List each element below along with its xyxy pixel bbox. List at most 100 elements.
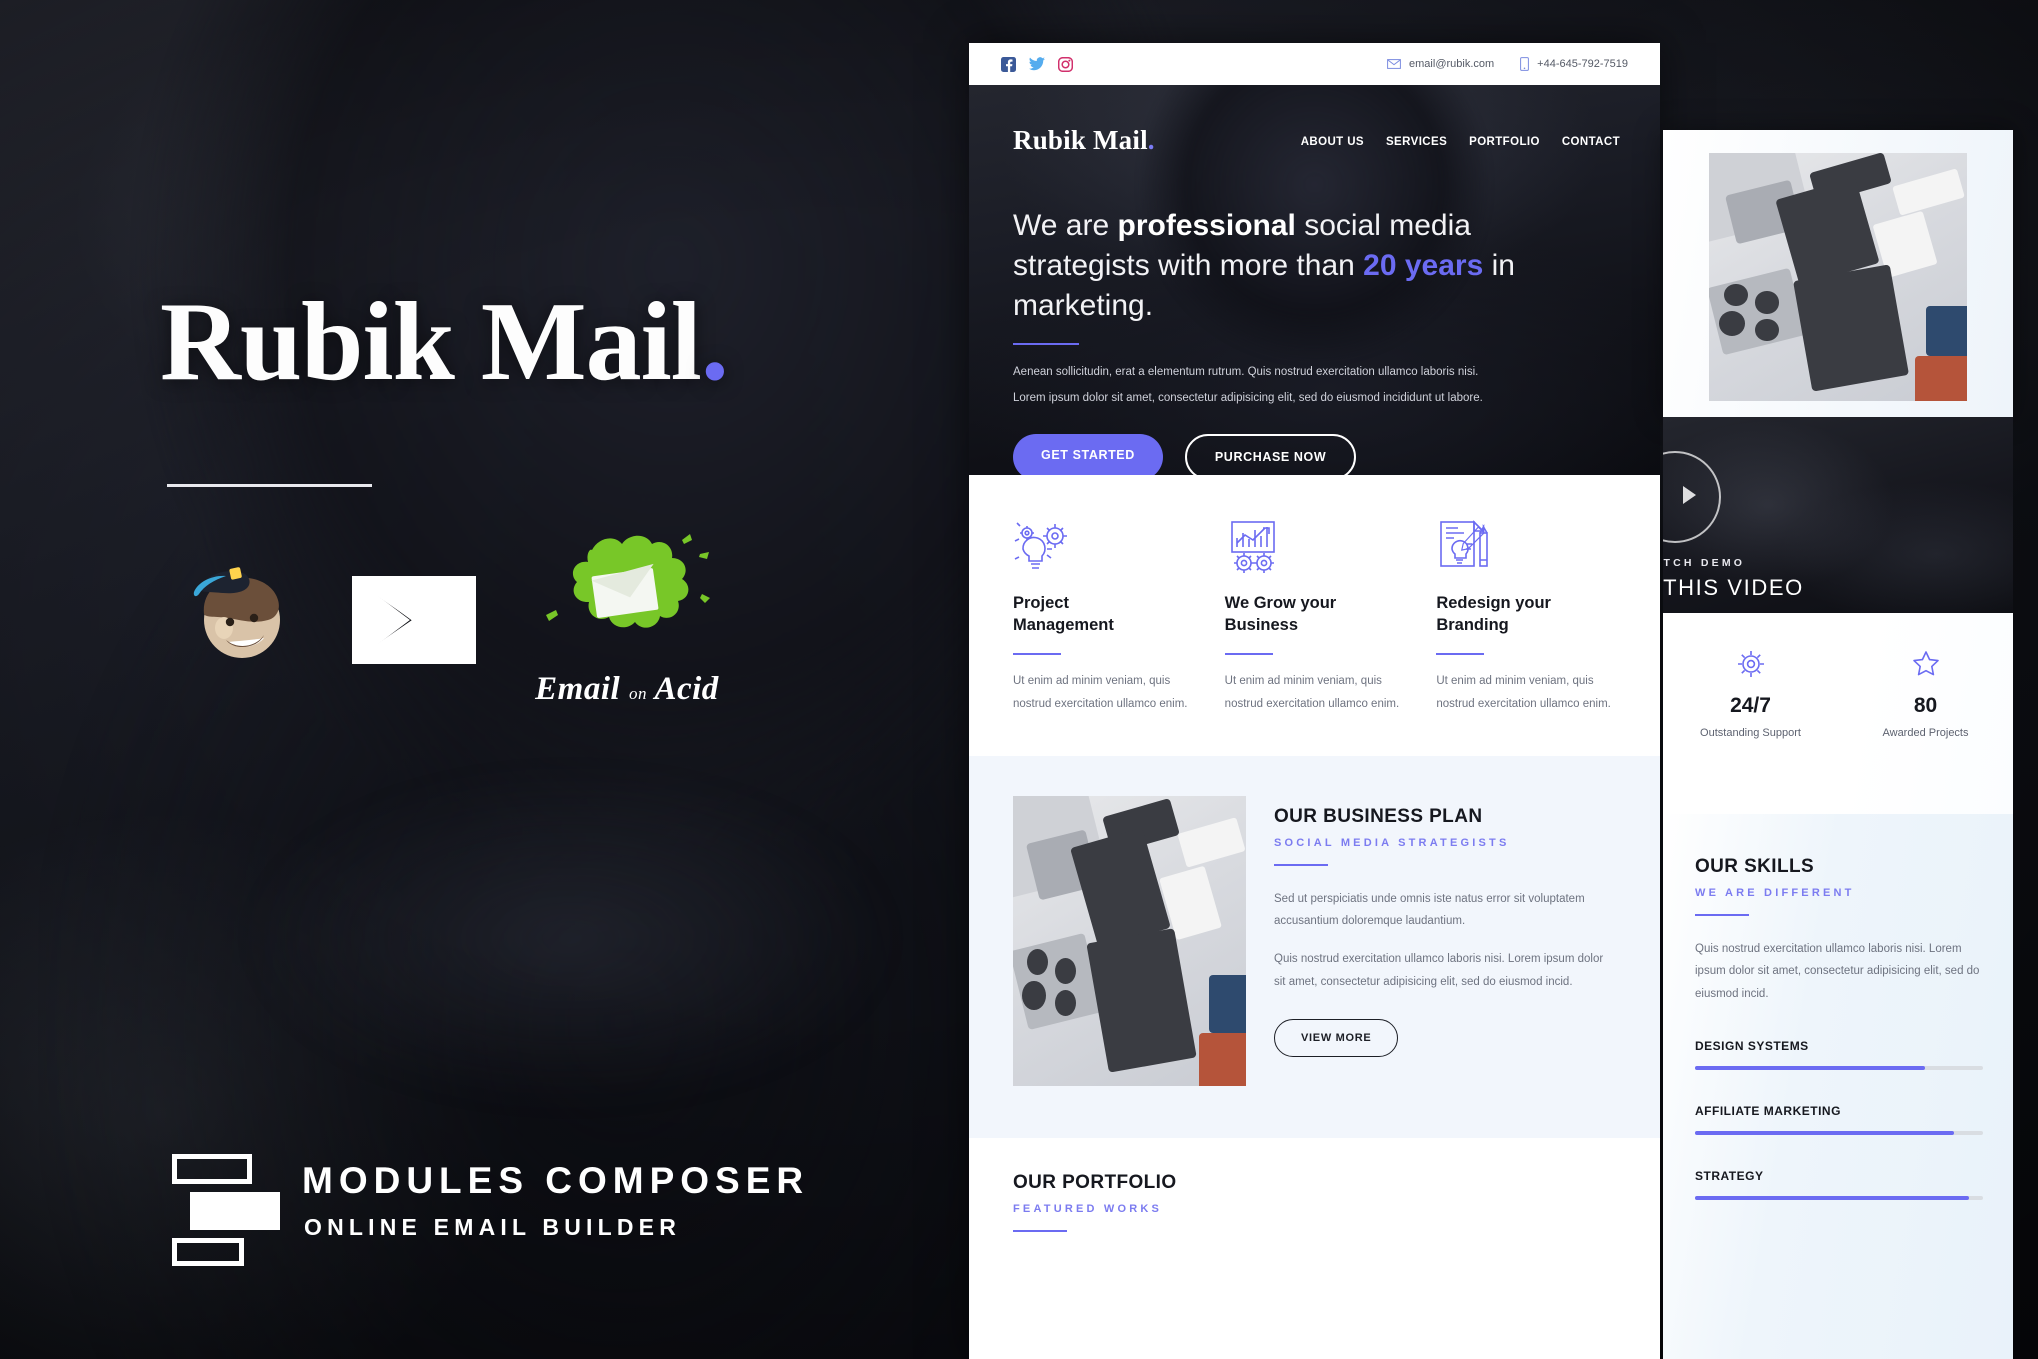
email-template-preview: email@rubik.com +44-645-792-7519 Rubik M… — [969, 43, 1660, 1359]
skill-progress-fill — [1695, 1196, 1969, 1201]
service-divider — [1436, 652, 1485, 655]
product-name: MODULES COMPOSER — [302, 1160, 810, 1201]
service-title-line2: Business — [1224, 615, 1299, 634]
logo-bar-top — [172, 1154, 252, 1184]
bar-chart-gears-icon — [1225, 519, 1405, 575]
headline-part-1: We are — [1013, 209, 1118, 242]
gear-icon — [1737, 651, 1764, 677]
portfolio-divider — [1013, 1229, 1067, 1232]
contact-info: email@rubik.com +44-645-792-7519 — [1387, 57, 1628, 71]
skill-progress-fill — [1695, 1066, 1926, 1071]
desk-devices-photo — [1709, 152, 1967, 401]
social-links — [1001, 56, 1073, 72]
email-contact[interactable]: email@rubik.com — [1387, 58, 1494, 70]
get-started-button[interactable]: GET STARTED — [1013, 433, 1163, 475]
email-nav: ABOUT US SERVICES PORTFOLIO CONTACT — [1301, 136, 1620, 148]
service-card-grow-business: We Grow your Business Ut enim ad minim v… — [1224, 519, 1405, 716]
skill-progress-track — [1695, 1196, 1983, 1201]
service-body: Ut enim ad minim veniam, quis nostrud ex… — [1436, 674, 1611, 710]
ea-word-email: Email — [535, 671, 621, 707]
hero-cta-group: GET STARTED PURCHASE NOW — [1013, 433, 1620, 475]
headline-emphasis: professional — [1117, 209, 1296, 242]
product-tagline: ONLINE EMAIL BUILDER — [304, 1214, 682, 1240]
right-preview-column: WATCH DEMO SEE THIS VIDEO 24/7 Outstandi… — [1663, 130, 2013, 1359]
headline-part-2: social media — [1295, 209, 1471, 242]
view-more-button[interactable]: VIEW MORE — [1274, 1019, 1399, 1058]
phone-number: +44-645-792-7519 — [1537, 58, 1628, 70]
business-plan-paragraph-1: Sed ut perspiciatis unde omnis iste natu… — [1274, 892, 1585, 927]
business-plan-divider — [1274, 863, 1328, 866]
platform-logos: Email on Acid — [160, 534, 722, 720]
skill-affiliate-marketing: AFFILIATE MARKETING — [1695, 1104, 1983, 1136]
stat-value: 80 — [1913, 694, 1938, 717]
service-title-line1: Project — [1013, 594, 1069, 612]
phone-contact[interactable]: +44-645-792-7519 — [1520, 57, 1628, 71]
logo-bar-middle — [190, 1192, 280, 1230]
email-topbar: email@rubik.com +44-645-792-7519 — [969, 43, 1660, 85]
email-on-acid-wordmark: Email on Acid — [532, 671, 722, 708]
email-brand-dot: . — [1147, 125, 1155, 155]
hero-paragraph-2: Lorem ipsum dolor sit amet, consectetur … — [1013, 392, 1483, 405]
stats-panel: 24/7 Outstanding Support 80 Awarded Proj… — [1663, 613, 2013, 814]
ea-word-on: on — [628, 684, 647, 703]
business-plan-image — [1013, 795, 1246, 1086]
play-icon[interactable] — [1663, 451, 1721, 543]
hero-divider — [1013, 342, 1079, 345]
desk-devices-photo — [1013, 795, 1246, 1086]
document-bulb-pencil-icon — [1436, 519, 1616, 575]
portfolio-section: OUR PORTFOLIO FEATURED WORKS — [969, 1137, 1660, 1294]
skills-panel: OUR SKILLS WE ARE DIFFERENT Quis nostrud… — [1663, 814, 2013, 1359]
promo-divider — [167, 484, 372, 487]
email-brand-logo[interactable]: Rubik Mail. — [1013, 125, 1155, 156]
business-plan-subheading: SOCIAL MEDIA STRATEGISTS — [1274, 836, 1510, 849]
service-title: We Grow your Business — [1225, 593, 1405, 637]
ea-word-acid: Acid — [654, 671, 719, 707]
purchase-now-button[interactable]: PURCHASE NOW — [1184, 433, 1357, 475]
nav-item-services[interactable]: SERVICES — [1386, 136, 1447, 148]
mailchimp-logo — [193, 567, 280, 658]
email-brand-text: Rubik Mail — [1013, 125, 1148, 155]
headline-part-3: strategists with more than — [1013, 248, 1364, 282]
promo-title-text: Rubik Mail — [160, 280, 702, 404]
hero-headline: We are professional social media strateg… — [1013, 156, 1543, 326]
facebook-icon[interactable] — [1001, 56, 1016, 72]
skill-strategy: STRATEGY — [1695, 1169, 1983, 1201]
skills-divider — [1695, 914, 1749, 916]
star-icon — [1912, 651, 1939, 676]
instagram-icon[interactable] — [1058, 56, 1073, 72]
video-title: SEE THIS VIDEO — [1663, 575, 1804, 600]
service-body: Ut enim ad minim veniam, quis nostrud ex… — [1224, 674, 1400, 710]
service-body: Ut enim ad minim veniam, quis nostrud ex… — [1013, 674, 1188, 710]
lightbulb-gears-icon — [1013, 519, 1193, 575]
skill-progress-track — [1695, 1066, 1983, 1071]
twitter-icon[interactable] — [1029, 57, 1045, 71]
hero-paragraph-1: Aenean sollicitudin, erat a elementum ru… — [1013, 365, 1479, 378]
stat-value: 24/7 — [1730, 694, 1771, 717]
services-section: Project Management Ut enim ad minim veni… — [969, 475, 1660, 756]
email-address: email@rubik.com — [1409, 58, 1495, 70]
stat-awarded-projects: 80 Awarded Projects — [1838, 649, 2013, 814]
campaign-monitor-logo — [352, 576, 476, 664]
hero-section: Rubik Mail. ABOUT US SERVICES PORTFOLIO … — [969, 85, 1660, 475]
skill-name: AFFILIATE MARKETING — [1695, 1104, 1841, 1119]
service-card-redesign-branding: Redesign your Branding Ut enim ad minim … — [1436, 519, 1616, 716]
nav-item-contact[interactable]: CONTACT — [1562, 136, 1620, 148]
stat-label: Awarded Projects — [1882, 727, 1969, 739]
skill-progress-fill — [1695, 1131, 1955, 1136]
promo-title: Rubik Mail. — [160, 278, 729, 407]
portfolio-heading: OUR PORTFOLIO — [1013, 1171, 1177, 1193]
skills-heading: OUR SKILLS — [1695, 856, 1815, 877]
service-card-project-management: Project Management Ut enim ad minim veni… — [1013, 519, 1193, 716]
service-title-line2: Branding — [1436, 615, 1509, 634]
service-title-line1: We Grow your — [1224, 594, 1337, 612]
skill-design-systems: DESIGN SYSTEMS — [1695, 1039, 1983, 1071]
service-divider — [1224, 652, 1273, 655]
nav-item-portfolio[interactable]: PORTFOLIO — [1469, 136, 1540, 148]
business-plan-text: OUR BUSINESS PLAN SOCIAL MEDIA STRATEGIS… — [1274, 796, 1616, 1086]
nav-item-about[interactable]: ABOUT US — [1301, 136, 1364, 148]
skill-name: DESIGN SYSTEMS — [1695, 1039, 1809, 1054]
headline-highlight: 20 years — [1363, 248, 1484, 282]
service-divider — [1013, 652, 1061, 655]
logo-bar-bottom — [172, 1238, 244, 1266]
video-kicker: WATCH DEMO — [1663, 557, 1746, 569]
